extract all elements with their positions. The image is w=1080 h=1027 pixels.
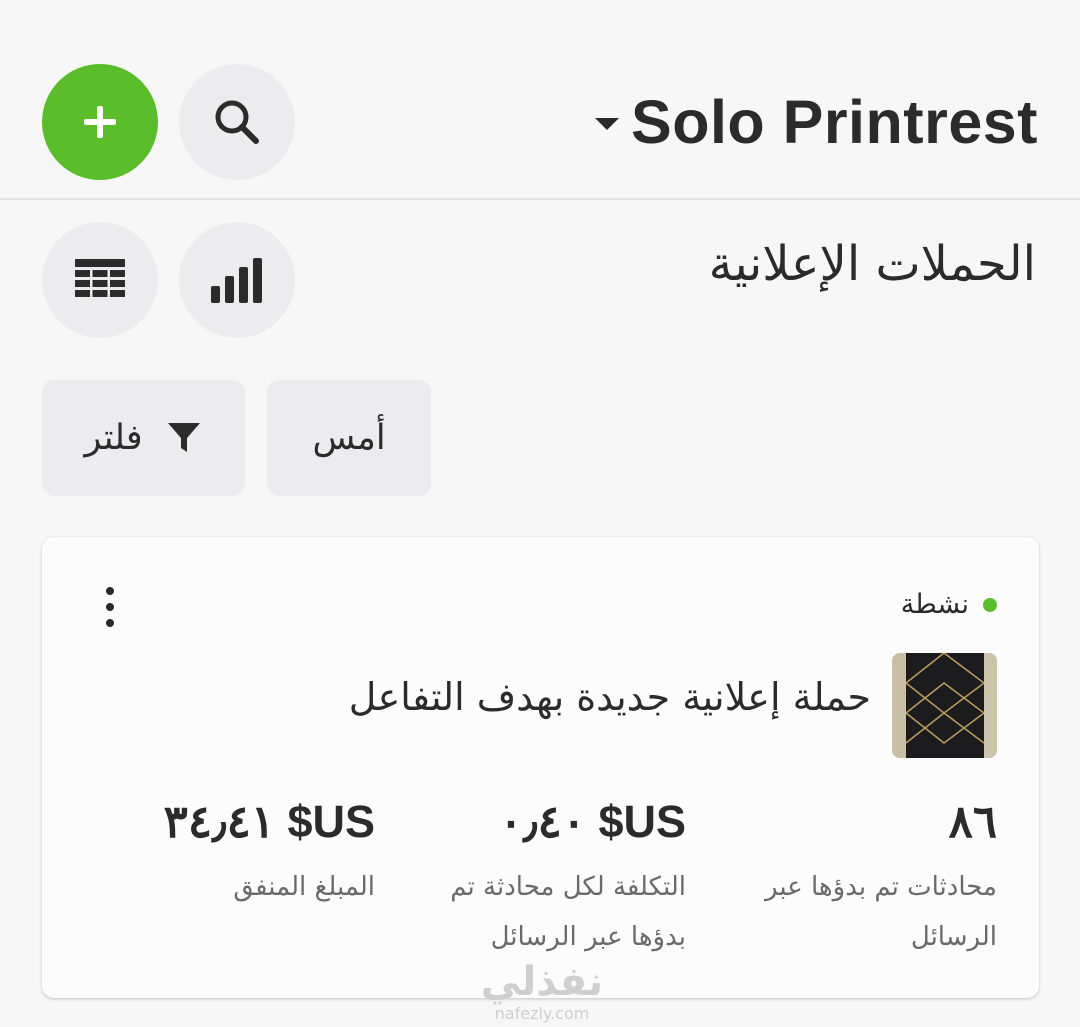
- more-options-icon[interactable]: [102, 587, 118, 627]
- page-title: الحملات الإعلانية: [708, 236, 1036, 292]
- metric-label: محادثات تم بدؤها عبر الرسائل: [765, 872, 997, 952]
- status-badge: نشطة: [901, 589, 997, 620]
- metric-label: المبلغ المنفق: [233, 872, 375, 902]
- top-bar: Solo Printrest: [0, 0, 1080, 200]
- table-grid-icon: [75, 259, 125, 297]
- add-button[interactable]: [42, 64, 158, 180]
- table-view-button[interactable]: [42, 222, 158, 338]
- filter-button[interactable]: فلتر: [42, 380, 245, 496]
- metric-conversations: ٨٦ محادثات تم بدؤها عبر الرسائل: [707, 795, 997, 962]
- account-name: Solo Printrest: [631, 88, 1038, 156]
- search-icon: [215, 100, 259, 144]
- status-dot-icon: [983, 597, 997, 612]
- metric-value: US$ ٠٫٤٠: [498, 796, 686, 847]
- search-button[interactable]: [179, 64, 295, 180]
- chart-view-button[interactable]: [179, 222, 295, 338]
- caret-down-icon: [595, 118, 620, 130]
- metric-value: US$ ٣٤٫٤١: [163, 796, 375, 847]
- status-label: نشطة: [900, 589, 969, 620]
- watermark-latin: nafezly.com: [494, 1004, 590, 1023]
- account-switcher[interactable]: Solo Printrest: [595, 82, 1038, 162]
- bar-chart-icon: [211, 258, 262, 303]
- metric-value: ٨٦: [948, 796, 997, 847]
- filter-label: فلتر: [84, 418, 143, 458]
- plus-icon: [84, 106, 116, 138]
- date-range-label: أمس: [312, 418, 386, 458]
- metric-label: التكلفة لكل محادثة تم بدؤها عبر الرسائل: [450, 872, 686, 952]
- watermark: نفذلي nafezly.com: [477, 960, 607, 1023]
- campaign-card[interactable]: نشطة حملة إعلانية جديدة بهدف التفاعل ٨٦ …: [42, 537, 1039, 998]
- metric-cost-per-conversation: US$ ٠٫٤٠ التكلفة لكل محادثة تم بدؤها عبر…: [396, 795, 686, 962]
- filter-icon: [167, 423, 200, 452]
- campaign-name: حملة إعلانية جديدة بهدف التفاعل: [348, 675, 871, 719]
- metric-amount-spent: US$ ٣٤٫٤١ المبلغ المنفق: [140, 795, 375, 912]
- campaign-thumbnail: [892, 653, 997, 758]
- watermark-arabic: نفذلي: [480, 959, 604, 1005]
- date-range-button[interactable]: أمس: [267, 380, 431, 496]
